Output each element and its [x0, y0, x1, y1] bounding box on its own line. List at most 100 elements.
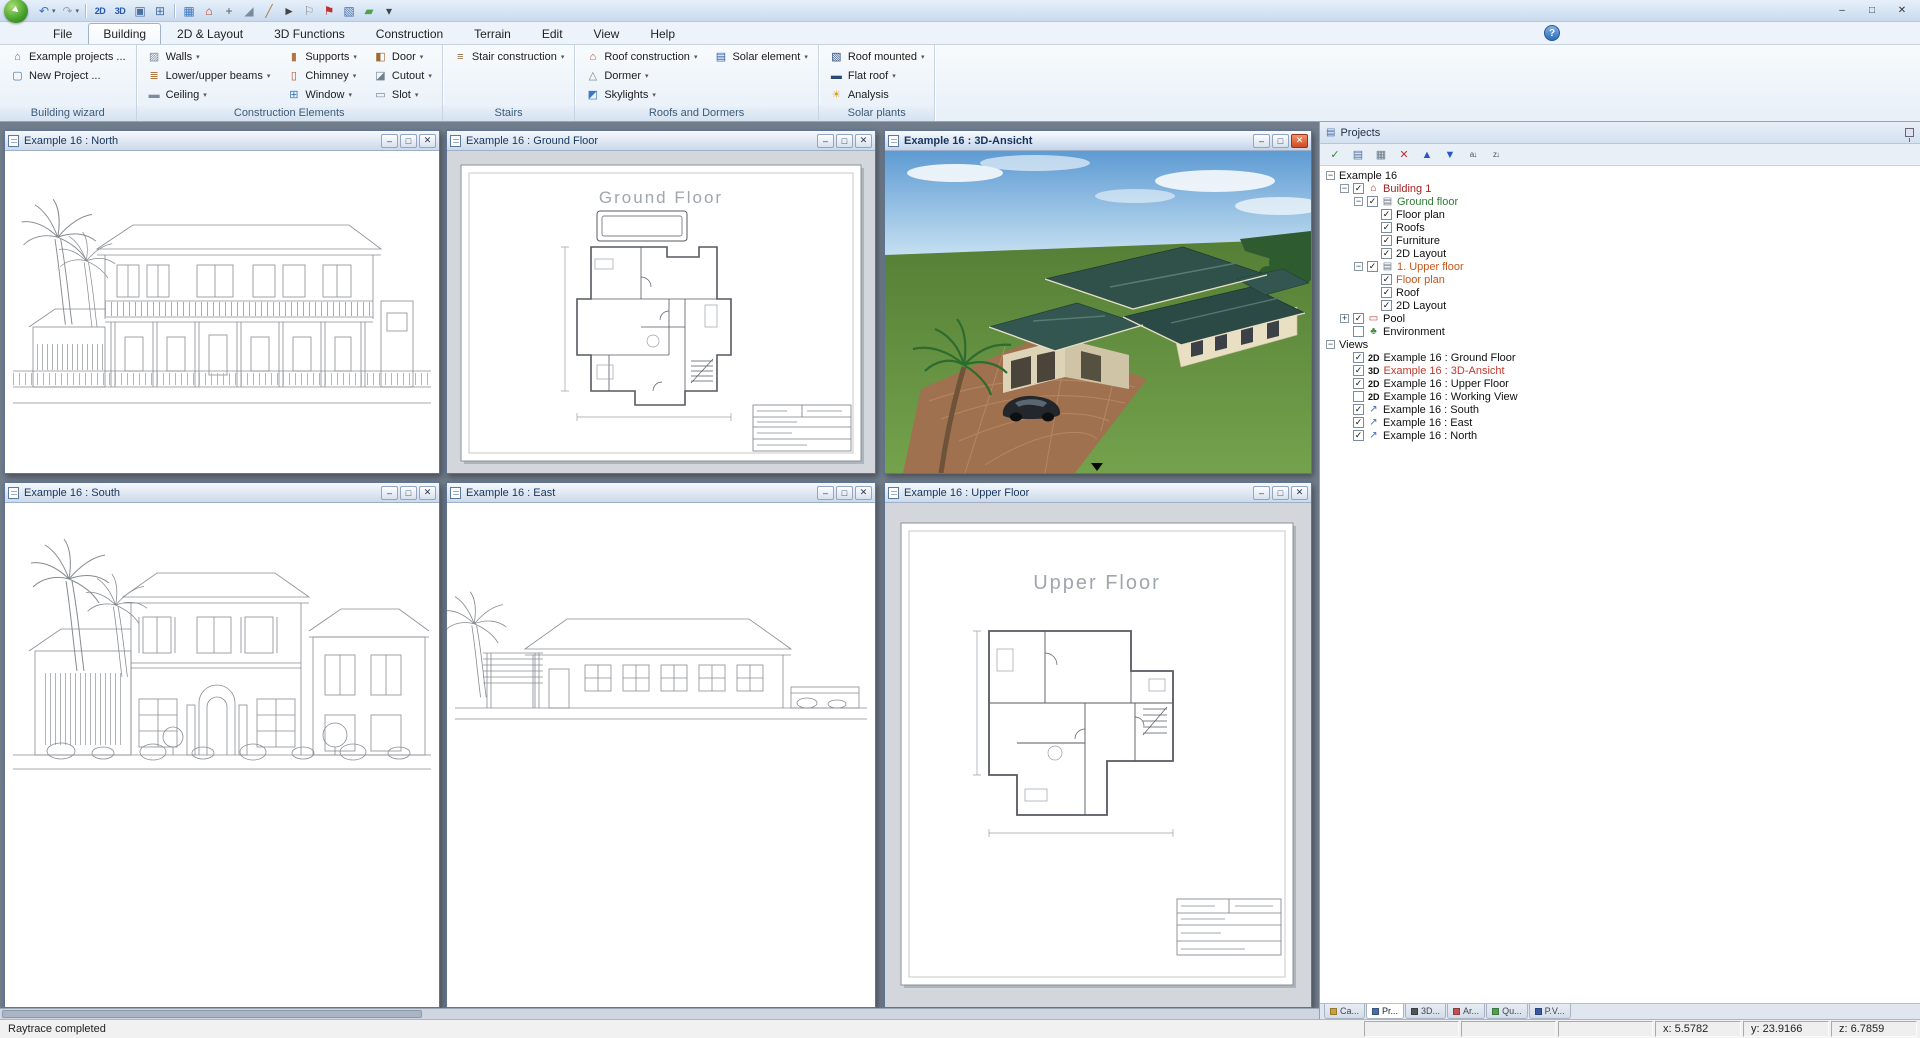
tree-item[interactable]: −✓Roof — [1320, 286, 1920, 299]
grid-icon[interactable]: ▦ — [179, 2, 199, 20]
tree-item[interactable]: −✓▤Ground floor — [1320, 195, 1920, 208]
tree-checkbox[interactable] — [1353, 391, 1364, 402]
app-maximize-button[interactable]: □ — [1858, 2, 1886, 20]
window-south-titlebar[interactable]: Example 16 : South – □ ✕ — [5, 483, 439, 503]
tree-item[interactable]: −✓Floor plan — [1320, 208, 1920, 221]
more-tools-icon[interactable]: ▾ — [379, 2, 399, 20]
tree-item[interactable]: −Views — [1320, 338, 1920, 351]
window-close-button[interactable]: ✕ — [855, 486, 872, 500]
collapse-icon[interactable]: − — [1326, 171, 1335, 180]
beams-button[interactable]: ≣Lower/upper beams▾ — [143, 66, 275, 85]
tree-checkbox[interactable]: ✓ — [1381, 209, 1392, 220]
tab-pv[interactable]: P.V... — [1529, 1004, 1571, 1019]
tree-checkbox[interactable]: ✓ — [1381, 287, 1392, 298]
upper-floor-canvas[interactable]: Upper Floor — [885, 503, 1311, 1007]
tree-checkbox[interactable]: ✓ — [1381, 235, 1392, 246]
help-icon[interactable]: ? — [1544, 25, 1560, 41]
tree-checkbox[interactable]: ✓ — [1353, 404, 1364, 415]
tree-checkbox[interactable]: ✓ — [1353, 183, 1364, 194]
sort-ascending-icon[interactable]: a↓ — [1463, 146, 1483, 164]
print-icon[interactable]: ▦ — [1371, 146, 1391, 164]
window-upper-titlebar[interactable]: Example 16 : Upper Floor – □ ✕ — [885, 483, 1311, 503]
tree-item[interactable]: −✓3DExample 16 : 3D-Ansicht — [1320, 364, 1920, 377]
window-maximize-button[interactable]: □ — [400, 486, 417, 500]
report-icon[interactable]: ▤ — [1348, 146, 1368, 164]
undo-icon[interactable]: ↶ — [34, 2, 54, 20]
solar-element-button[interactable]: ▤Solar element▾ — [709, 47, 811, 66]
window-minimize-button[interactable]: – — [817, 486, 834, 500]
stair-construction-button[interactable]: ≡Stair construction▾ — [449, 47, 569, 66]
tree-checkbox[interactable]: ✓ — [1353, 365, 1364, 376]
chimney-button[interactable]: ▯Chimney▾ — [282, 66, 361, 85]
ground-floor-canvas[interactable]: Ground Floor — [447, 151, 875, 473]
analysis-button[interactable]: ☀Analysis — [825, 85, 929, 104]
tree-item[interactable]: −✓⌂Building 1 — [1320, 182, 1920, 195]
tab-terrain[interactable]: Terrain — [459, 23, 526, 44]
tab-project[interactable]: Pr... — [1366, 1004, 1404, 1019]
window-3d-titlebar[interactable]: Example 16 : 3D-Ansicht – □ ✕ — [885, 131, 1311, 151]
tree-item[interactable]: −✓Roofs — [1320, 221, 1920, 234]
view-3d-icon[interactable]: 3D — [110, 2, 130, 20]
tab-areas[interactable]: Ar... — [1447, 1004, 1485, 1019]
eraser-icon[interactable]: ▰ — [359, 2, 379, 20]
tree-checkbox[interactable]: ✓ — [1353, 417, 1364, 428]
tab-3d[interactable]: 3D... — [1405, 1004, 1446, 1019]
redo-icon-dropdown[interactable]: ▾ — [76, 7, 80, 15]
skylights-button[interactable]: ◩Skylights▾ — [581, 85, 701, 104]
tree-checkbox[interactable]: ✓ — [1353, 430, 1364, 441]
tree-checkbox[interactable] — [1353, 326, 1364, 337]
collapse-icon[interactable]: − — [1340, 184, 1349, 193]
scrollbar-thumb[interactable] — [2, 1010, 422, 1018]
tree-item[interactable]: −Example 16 — [1320, 169, 1920, 182]
window-minimize-button[interactable]: – — [381, 486, 398, 500]
tile-windows-icon[interactable]: ⊞ — [150, 2, 170, 20]
collapse-icon[interactable]: − — [1354, 197, 1363, 206]
tab-3d-functions[interactable]: 3D Functions — [259, 23, 360, 44]
tree-checkbox[interactable]: ✓ — [1353, 352, 1364, 363]
redo-icon[interactable]: ↷ — [58, 2, 78, 20]
tab-building[interactable]: Building — [88, 23, 161, 44]
tree-item[interactable]: −✓2D Layout — [1320, 299, 1920, 312]
dormer-button[interactable]: △Dormer▾ — [581, 66, 701, 85]
collapse-icon[interactable]: − — [1326, 340, 1335, 349]
window-north[interactable]: Example 16 : North – □ ✕ — [4, 130, 440, 474]
window-east-titlebar[interactable]: Example 16 : East – □ ✕ — [447, 483, 875, 503]
slope-icon[interactable]: ◢ — [239, 2, 259, 20]
slot-button[interactable]: ▭Slot▾ — [369, 85, 436, 104]
crosshair-icon[interactable]: + — [219, 2, 239, 20]
tab-construction[interactable]: Construction — [361, 23, 458, 44]
example-projects-button[interactable]: ⌂Example projects ... — [6, 47, 130, 66]
tree-item[interactable]: −♣Environment — [1320, 325, 1920, 338]
tree-item[interactable]: −✓▤1. Upper floor — [1320, 260, 1920, 273]
sort-descending-icon[interactable]: z↓ — [1486, 146, 1506, 164]
new-window-icon[interactable]: ▣ — [130, 2, 150, 20]
south-elevation-canvas[interactable] — [5, 503, 439, 1007]
window-close-button[interactable]: ✕ — [1291, 134, 1308, 148]
window-maximize-button[interactable]: □ — [400, 134, 417, 148]
view-2d-icon[interactable]: 2D — [90, 2, 110, 20]
tab-help[interactable]: Help — [635, 23, 690, 44]
tree-checkbox[interactable]: ✓ — [1367, 261, 1378, 272]
tree-item[interactable]: −✓2DExample 16 : Ground Floor — [1320, 351, 1920, 364]
tree-checkbox[interactable]: ✓ — [1381, 274, 1392, 285]
delete-icon[interactable]: ✕ — [1394, 146, 1414, 164]
collapse-icon[interactable]: − — [1354, 262, 1363, 271]
window-3d-view[interactable]: Example 16 : 3D-Ansicht – □ ✕ — [884, 130, 1312, 474]
new-project-button[interactable]: ▢New Project ... — [6, 66, 130, 85]
tab-view[interactable]: View — [579, 23, 635, 44]
tab-catalog[interactable]: Ca... — [1324, 1004, 1365, 1019]
ceiling-button[interactable]: ▬Ceiling▾ — [143, 85, 275, 104]
flag-white-icon[interactable]: ⚐ — [299, 2, 319, 20]
flat-roof-button[interactable]: ▬Flat roof▾ — [825, 66, 929, 85]
window-north-titlebar[interactable]: Example 16 : North – □ ✕ — [5, 131, 439, 151]
window-close-button[interactable]: ✕ — [1291, 486, 1308, 500]
window-close-button[interactable]: ✕ — [855, 134, 872, 148]
walls-button[interactable]: ▨Walls▾ — [143, 47, 275, 66]
window-minimize-button[interactable]: – — [381, 134, 398, 148]
roof-construction-button[interactable]: ⌂Roof construction▾ — [581, 47, 701, 66]
tree-checkbox[interactable]: ✓ — [1353, 313, 1364, 324]
mdi-horizontal-scrollbar[interactable] — [0, 1008, 1319, 1019]
tree-checkbox[interactable]: ✓ — [1353, 378, 1364, 389]
tree-item[interactable]: −✓2D Layout — [1320, 247, 1920, 260]
window-east[interactable]: Example 16 : East – □ ✕ — [446, 482, 876, 1008]
